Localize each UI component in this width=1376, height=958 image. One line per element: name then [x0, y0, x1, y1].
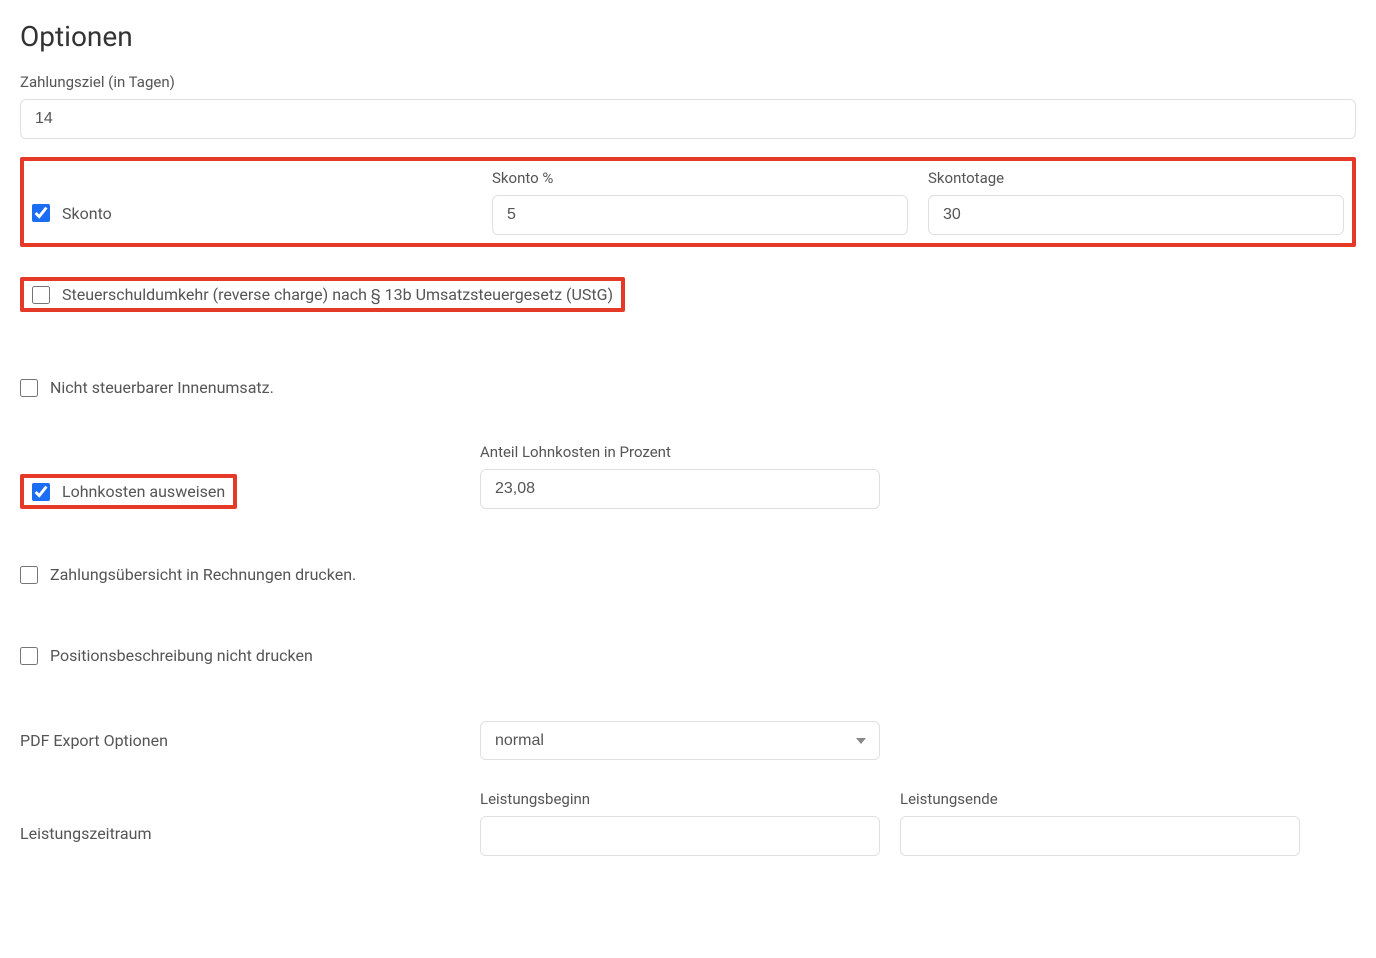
lohnkosten-percent-input[interactable] — [480, 469, 880, 509]
pdf-export-select[interactable]: normal — [480, 721, 880, 760]
pdf-export-label: PDF Export Optionen — [20, 731, 460, 750]
innenumsatz-row: Nicht steuerbarer Innenumsatz. — [20, 372, 1356, 403]
lohnkosten-percent-label: Anteil Lohnkosten in Prozent — [480, 443, 880, 461]
skonto-days-input[interactable] — [928, 195, 1344, 235]
positionsbeschreibung-row: Positionsbeschreibung nicht drucken — [20, 640, 1356, 671]
reverse-charge-checkbox[interactable] — [32, 286, 50, 304]
leistungsbeginn-input[interactable] — [480, 816, 880, 856]
leistungsende-label: Leistungsende — [900, 790, 1300, 808]
leistungszeitraum-label: Leistungszeitraum — [20, 824, 460, 843]
leistungsbeginn-label: Leistungsbeginn — [480, 790, 880, 808]
reverse-charge-label[interactable]: Steuerschuldumkehr (reverse charge) nach… — [62, 285, 613, 304]
zahlungsuebersicht-label[interactable]: Zahlungsübersicht in Rechnungen drucken. — [50, 565, 356, 584]
reverse-charge-highlight-box: Steuerschuldumkehr (reverse charge) nach… — [20, 277, 625, 312]
leistungsende-input[interactable] — [900, 816, 1300, 856]
zahlungsuebersicht-row: Zahlungsübersicht in Rechnungen drucken. — [20, 559, 1356, 590]
positionsbeschreibung-checkbox[interactable] — [20, 647, 38, 665]
skonto-days-label: Skontotage — [928, 169, 1344, 187]
innenumsatz-label[interactable]: Nicht steuerbarer Innenumsatz. — [50, 378, 274, 397]
lohnkosten-highlight-box: Lohnkosten ausweisen — [20, 474, 237, 509]
zahlungsziel-label: Zahlungsziel (in Tagen) — [20, 73, 1356, 91]
pdf-export-select-wrapper: normal — [480, 721, 880, 760]
lohnkosten-checkbox-label[interactable]: Lohnkosten ausweisen — [62, 482, 225, 501]
skonto-checkbox-wrapper: Skonto — [32, 191, 472, 235]
skonto-percent-input[interactable] — [492, 195, 908, 235]
skonto-checkbox-label[interactable]: Skonto — [62, 204, 112, 223]
skonto-checkbox[interactable] — [32, 204, 50, 222]
zahlungsziel-section: Zahlungsziel (in Tagen) — [20, 73, 1356, 139]
skonto-percent-label: Skonto % — [492, 169, 908, 187]
skonto-highlight-box: Skonto Skonto % Skontotage — [20, 157, 1356, 247]
positionsbeschreibung-label[interactable]: Positionsbeschreibung nicht drucken — [50, 646, 313, 665]
page-title: Optionen — [20, 20, 1356, 53]
zahlungsziel-input[interactable] — [20, 99, 1356, 139]
zahlungsuebersicht-checkbox[interactable] — [20, 566, 38, 584]
innenumsatz-checkbox[interactable] — [20, 379, 38, 397]
lohnkosten-checkbox[interactable] — [32, 483, 50, 501]
